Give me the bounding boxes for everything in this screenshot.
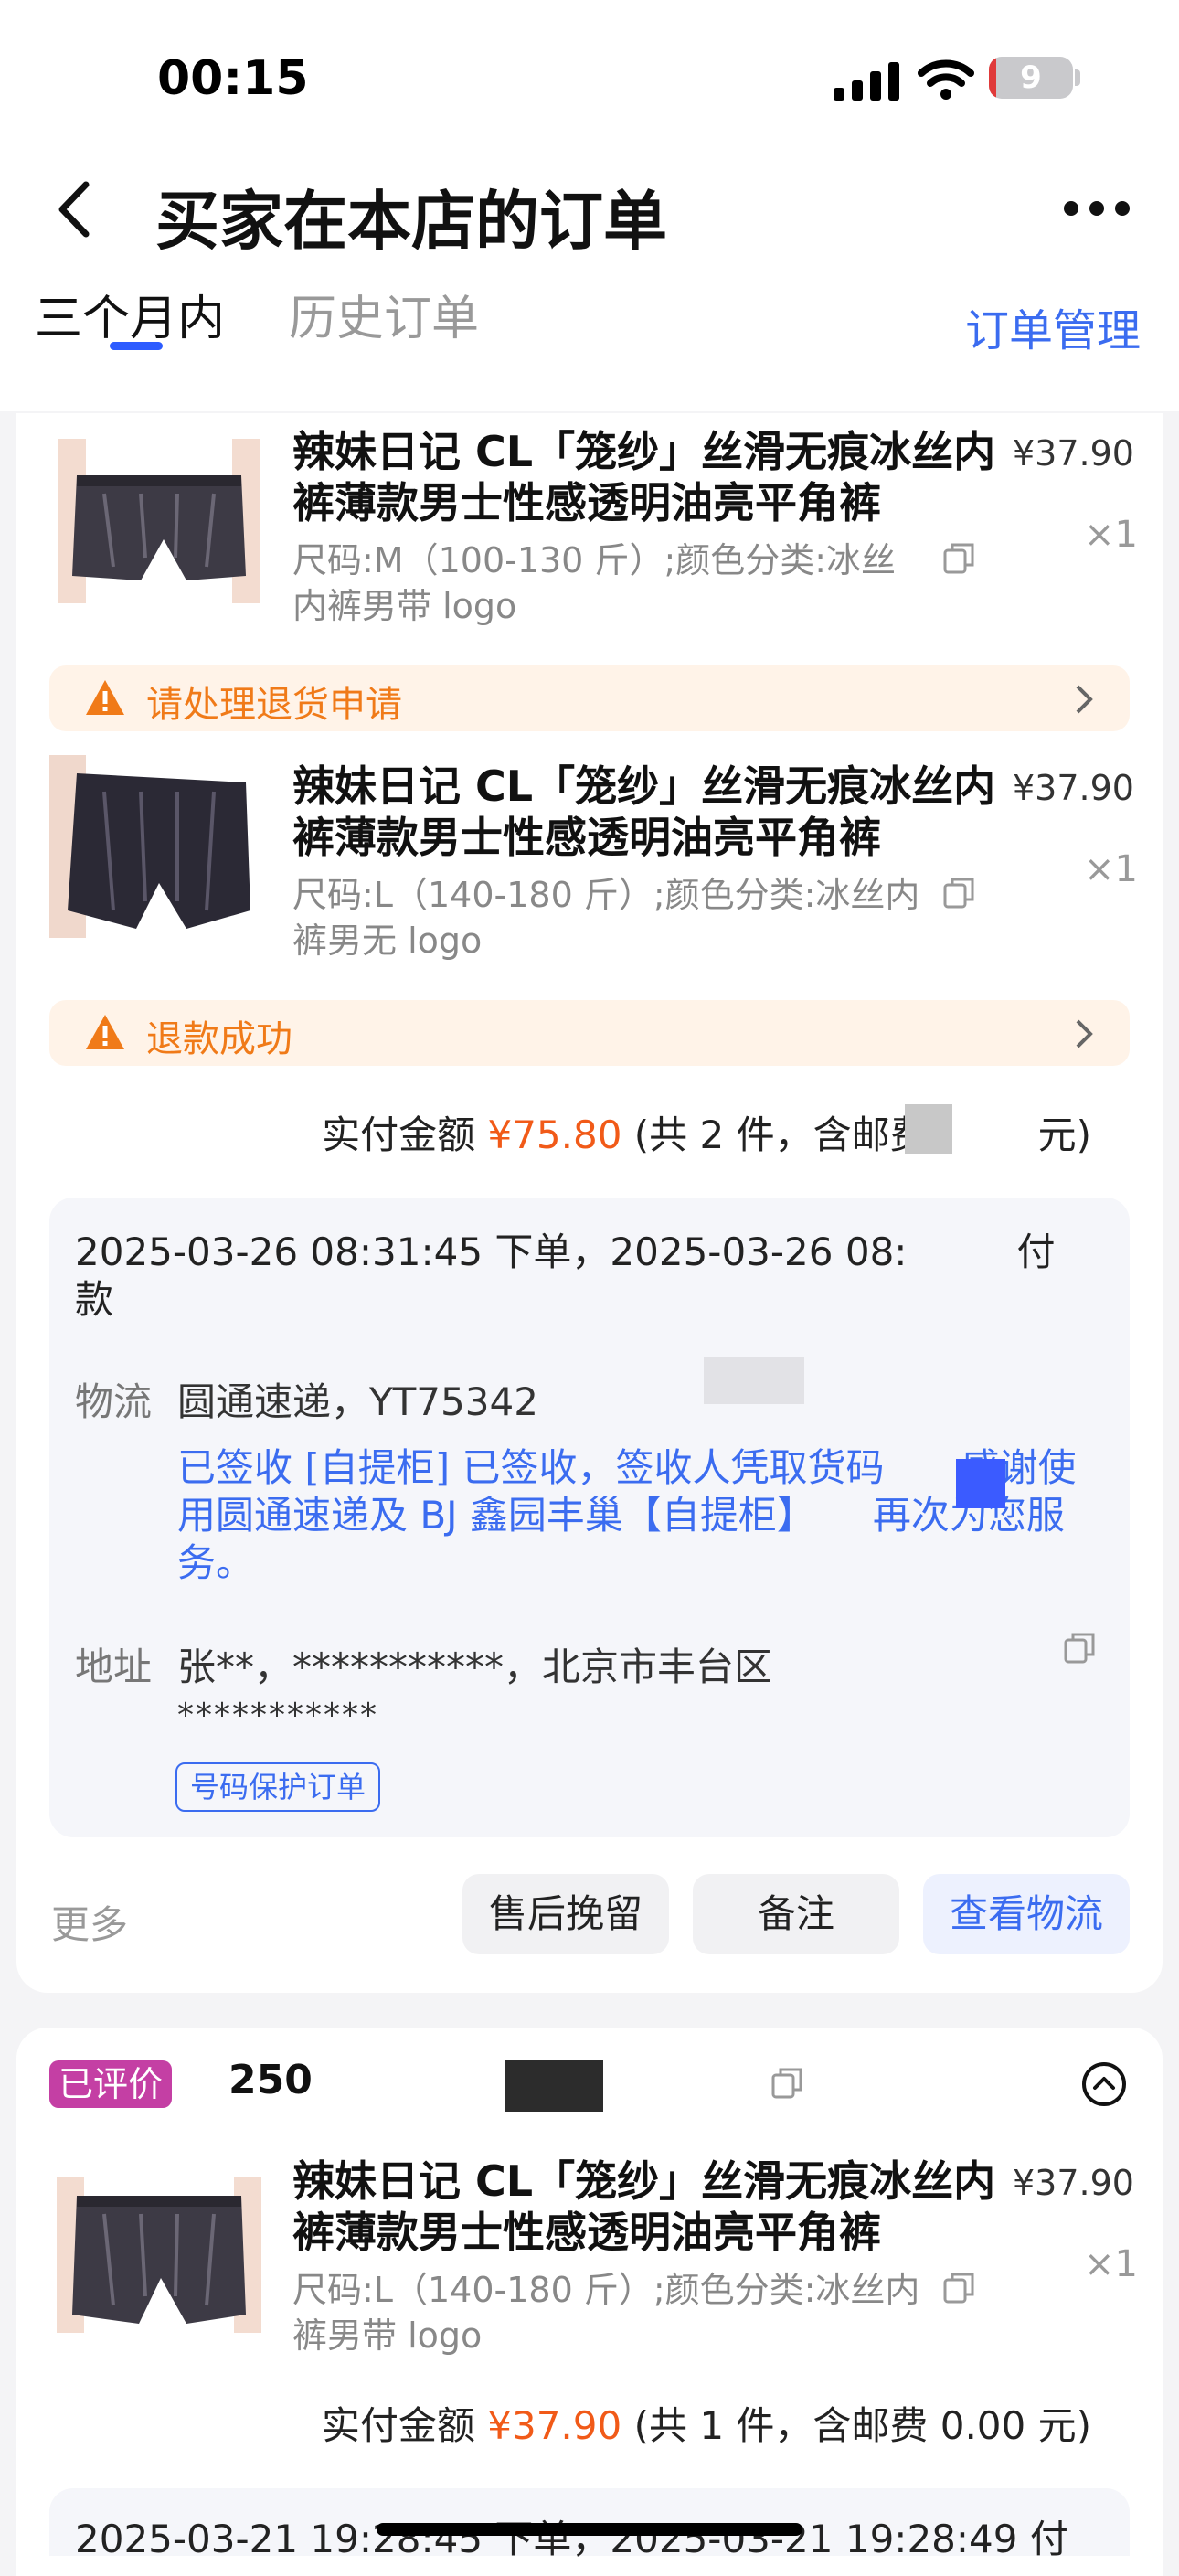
after-sale-retain-button[interactable]: 售后挽留: [462, 1874, 669, 1954]
home-indicator: [377, 2523, 802, 2536]
total-amount: ¥75.80: [487, 1112, 622, 1157]
copy-icon[interactable]: [941, 874, 978, 910]
total-detail: (共 1 件，含邮费 0.00 元): [633, 2403, 1091, 2448]
order-manage-link[interactable]: 订单管理: [965, 294, 1141, 358]
total-label: 实付金额: [321, 2403, 475, 2448]
product-title[interactable]: 辣妹日记 CL「笼纱」丝滑无痕冰丝内裤薄款男士性感透明油亮平角裤: [292, 426, 996, 528]
back-arrow-icon[interactable]: [53, 179, 95, 240]
warning-icon: [86, 680, 124, 715]
redaction-blur: [704, 1357, 804, 1404]
total-detail: (共 2 件，含邮费: [633, 1112, 929, 1157]
tab-underline: [110, 342, 163, 350]
product-title[interactable]: 辣妹日记 CL「笼纱」丝滑无痕冰丝内裤薄款男士性感透明油亮平角裤: [292, 2156, 996, 2258]
order-total: 实付金额 ¥75.80 (共 2 件，含邮费 元): [322, 1104, 1091, 1160]
copy-icon[interactable]: [941, 539, 978, 576]
collapse-icon[interactable]: [1080, 2060, 1128, 2108]
address-label: 地址: [75, 1645, 153, 1689]
redaction-blur: [905, 1104, 952, 1154]
chevron-right-icon: [1076, 1019, 1093, 1048]
reviewed-badge: 已评价: [49, 2060, 173, 2108]
battery-level: 9: [1020, 59, 1042, 96]
product-title[interactable]: 辣妹日记 CL「笼纱」丝滑无痕冰丝内裤薄款男士性感透明油亮平角裤: [292, 761, 996, 863]
product-thumbnail[interactable]: [49, 755, 269, 974]
cellular-signal-icon: [834, 62, 899, 101]
return-request-notice[interactable]: 请处理退货申请: [49, 665, 1130, 731]
battery-icon: 9: [989, 57, 1073, 99]
address-line2: ***********: [177, 1697, 378, 1734]
product-thumbnail[interactable]: [49, 2150, 269, 2369]
product-spec: 尺码:L（140-180 斤）;颜色分类:冰丝内裤男无 logo: [292, 875, 920, 961]
shipping-label: 物流: [75, 1379, 153, 1424]
product-thumbnail[interactable]: [49, 420, 269, 640]
status-time: 00:15: [157, 51, 309, 106]
notice-text: 请处理退货申请: [146, 684, 402, 726]
order-number: 250: [228, 2057, 313, 2103]
copy-icon[interactable]: [941, 2269, 978, 2305]
tab-history[interactable]: 历史订单: [289, 280, 479, 348]
page-title: 买家在本店的订单: [155, 184, 667, 259]
chevron-right-icon: [1076, 685, 1093, 714]
product-price: ¥37.90: [1013, 768, 1134, 808]
product-price: ¥37.90: [1013, 433, 1134, 474]
product-price: ¥37.90: [1013, 2163, 1134, 2203]
total-detail-suffix: 元): [1037, 1112, 1091, 1157]
total-label: 实付金额: [322, 1112, 476, 1157]
total-amount: ¥37.90: [487, 2403, 622, 2448]
redaction-block: [505, 2060, 603, 2112]
notice-text: 退款成功: [146, 1018, 292, 1060]
refund-success-notice[interactable]: 退款成功: [49, 1000, 1130, 1066]
shipping-carrier: 圆通速递，YT75342: [177, 1379, 538, 1424]
order-timestamps: 2025-03-26 08:31:45 下单，2025-03-26 08: 付款: [75, 1229, 1056, 1322]
product-spec: 尺码:M（100-130 斤）;颜色分类:冰丝内裤男带 logo: [292, 540, 897, 626]
more-icon[interactable]: [1062, 199, 1131, 218]
note-button[interactable]: 备注: [693, 1874, 899, 1954]
product-qty: ×1: [1084, 514, 1138, 556]
warning-icon: [86, 1015, 124, 1049]
more-link[interactable]: 更多: [51, 1894, 128, 1950]
address-text: 张**，***********，北京市丰台区: [177, 1645, 773, 1689]
order-total: 实付金额 ¥37.90 (共 1 件，含邮费 0.00 元): [322, 2395, 1091, 2451]
redaction-block: [956, 1459, 1005, 1508]
product-qty: ×1: [1084, 2243, 1138, 2285]
product-spec: 尺码:L（140-180 斤）;颜色分类:冰丝内裤男带 logo: [292, 2270, 920, 2356]
tab-three-months[interactable]: 三个月内: [35, 280, 225, 348]
number-protect-tag: 号码保护订单: [175, 1762, 381, 1812]
copy-icon[interactable]: [1062, 1629, 1099, 1666]
view-logistics-button[interactable]: 查看物流: [923, 1874, 1130, 1954]
product-qty: ×1: [1084, 848, 1138, 890]
copy-icon[interactable]: [770, 2064, 806, 2101]
wifi-icon: [918, 59, 974, 100]
battery-cap: [1075, 69, 1080, 86]
